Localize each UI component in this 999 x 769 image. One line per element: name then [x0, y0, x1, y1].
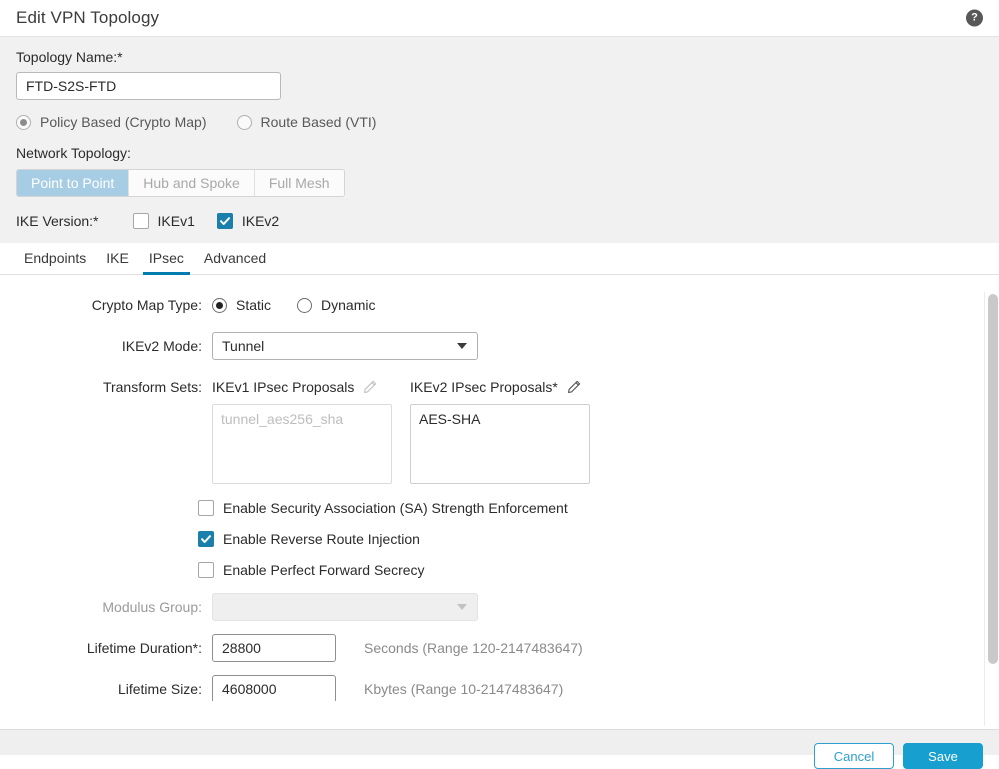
radio-route-based[interactable]: Route Based (VTI): [236, 114, 377, 130]
crypto-map-type-row: Crypto Map Type: Static Dynamic: [0, 291, 999, 319]
lifetime-size-unit: Kbytes (Range 10-2147483647): [364, 681, 564, 697]
ikev2-proposals-column: IKEv2 IPsec Proposals* AES-SHA: [410, 373, 590, 484]
lifetime-size-label: Lifetime Size:: [117, 681, 202, 697]
ikev1-proposals-label: IKEv1 IPsec Proposals: [212, 379, 355, 395]
ikev2-proposals-header: IKEv2 IPsec Proposals*: [410, 373, 590, 401]
help-circle-icon[interactable]: ?: [966, 9, 983, 27]
ikev2-mode-row: IKEv2 Mode: Tunnel: [0, 332, 999, 360]
checkbox-ikev2-label: IKEv2: [241, 213, 280, 229]
lifetime-duration-label: Lifetime Duration*:: [86, 640, 202, 656]
lifetime-size-input[interactable]: [212, 675, 336, 701]
modulus-group-row: Modulus Group:: [0, 593, 999, 621]
ikev2-proposals-label: IKEv2 IPsec Proposals*: [410, 379, 558, 395]
lifetime-duration-row: Lifetime Duration*: Seconds (Range 120-2…: [0, 634, 999, 662]
topology-name-input[interactable]: [16, 72, 281, 100]
dialog-header: Edit VPN Topology ?: [0, 0, 999, 36]
radio-static[interactable]: Static: [212, 297, 271, 313]
modulus-group-select: [212, 593, 478, 621]
ipsec-options-checkbox-list: Enable Security Association (SA) Strengt…: [0, 500, 999, 578]
checkbox-ikev1-label: IKEv1: [157, 213, 195, 229]
dialog-footer: Cancel Save: [0, 729, 999, 769]
tab-ike[interactable]: IKE: [96, 250, 139, 274]
ikev2-mode-value: Tunnel: [222, 338, 265, 354]
segment-full-mesh[interactable]: Full Mesh: [254, 170, 344, 196]
ikev2-proposals-box[interactable]: AES-SHA: [410, 404, 590, 484]
checkbox-sa-strength-label: Enable Security Association (SA) Strengt…: [223, 500, 568, 516]
cancel-button[interactable]: Cancel: [814, 743, 894, 769]
ikev2-edit-pencil-icon[interactable]: [567, 380, 581, 394]
checkbox-ikev2-box: [216, 213, 233, 229]
checkbox-sa-strength-enforcement[interactable]: Enable Security Association (SA) Strengt…: [0, 500, 999, 516]
tab-advanced[interactable]: Advanced: [194, 250, 276, 274]
lifetime-duration-unit: Seconds (Range 120-2147483647): [364, 640, 583, 656]
checkbox-pfs-box: [198, 562, 214, 578]
radio-route-based-label: Route Based (VTI): [260, 114, 377, 130]
checkbox-reverse-route-label: Enable Reverse Route Injection: [223, 531, 420, 547]
checkbox-reverse-route-box: [198, 531, 214, 547]
segment-hub-and-spoke[interactable]: Hub and Spoke: [129, 170, 255, 196]
checkbox-pfs-label: Enable Perfect Forward Secrecy: [223, 562, 425, 578]
ikev1-proposals-box[interactable]: tunnel_aes256_sha: [212, 404, 392, 484]
checkbox-ikev1[interactable]: IKEv1: [132, 213, 195, 229]
radio-dynamic-label: Dynamic: [321, 297, 376, 313]
radio-static-indicator: [212, 297, 227, 313]
vertical-scrollbar[interactable]: [984, 292, 999, 726]
topology-name-label: Topology Name:*: [16, 49, 123, 65]
tab-bar: Endpoints IKE IPsec Advanced: [0, 243, 999, 275]
segment-point-to-point[interactable]: Point to Point: [17, 170, 130, 196]
transform-sets-row: Transform Sets: IKEv1 IPsec Proposals tu…: [0, 373, 999, 484]
page-title: Edit VPN Topology: [16, 8, 160, 27]
topology-type-radio-group: Policy Based (Crypto Map) Route Based (V…: [16, 114, 983, 130]
ikev1-proposals-column: IKEv1 IPsec Proposals tunnel_aes256_sha: [212, 373, 410, 484]
radio-route-based-indicator: [236, 114, 252, 130]
radio-dynamic-indicator: [297, 297, 313, 313]
lifetime-size-row: Lifetime Size: Kbytes (Range 10-21474836…: [0, 675, 999, 701]
crypto-map-type-label: Crypto Map Type:: [91, 297, 202, 313]
ikev1-proposals-header: IKEv1 IPsec Proposals: [212, 373, 410, 401]
transform-sets-label: Transform Sets:: [102, 379, 202, 395]
tab-ipsec[interactable]: IPsec: [139, 250, 194, 275]
tab-endpoints[interactable]: Endpoints: [14, 250, 96, 274]
ikev2-mode-label: IKEv2 Mode:: [121, 338, 202, 354]
network-topology-label: Network Topology:: [16, 145, 131, 161]
ipsec-form: Crypto Map Type: Static Dynamic IKEv2 Mo…: [0, 275, 999, 701]
topology-settings-panel: Topology Name:* Policy Based (Crypto Map…: [0, 36, 999, 243]
network-topology-segmented-control: Point to Point Hub and Spoke Full Mesh: [16, 169, 345, 197]
chevron-down-icon: [457, 343, 467, 349]
crypto-map-type-radio-group: Static Dynamic: [212, 291, 401, 319]
modulus-group-label: Modulus Group:: [102, 599, 202, 615]
save-button[interactable]: Save: [903, 743, 983, 769]
ikev1-edit-pencil-icon[interactable]: [363, 380, 377, 394]
ike-version-label: IKE Version:*: [16, 213, 99, 229]
checkbox-reverse-route-injection[interactable]: Enable Reverse Route Injection: [0, 531, 999, 547]
radio-policy-based-indicator: [16, 114, 31, 130]
vertical-scrollbar-thumb[interactable]: [988, 294, 998, 664]
ikev2-mode-select[interactable]: Tunnel: [212, 332, 478, 360]
transform-sets-columns: IKEv1 IPsec Proposals tunnel_aes256_sha …: [212, 373, 590, 484]
radio-policy-based-label: Policy Based (Crypto Map): [40, 114, 207, 130]
lifetime-duration-input[interactable]: [212, 634, 336, 662]
checkbox-ikev2[interactable]: IKEv2: [216, 213, 280, 229]
checkbox-sa-strength-box: [198, 500, 214, 516]
ike-version-row: IKE Version:* IKEv1 IKEv2: [16, 213, 983, 243]
checkbox-perfect-forward-secrecy[interactable]: Enable Perfect Forward Secrecy: [0, 562, 999, 578]
radio-policy-based[interactable]: Policy Based (Crypto Map): [16, 114, 207, 130]
chevron-down-icon: [457, 604, 467, 610]
radio-static-label: Static: [236, 297, 272, 313]
checkbox-ikev1-box: [132, 213, 149, 229]
radio-dynamic[interactable]: Dynamic: [297, 297, 375, 313]
